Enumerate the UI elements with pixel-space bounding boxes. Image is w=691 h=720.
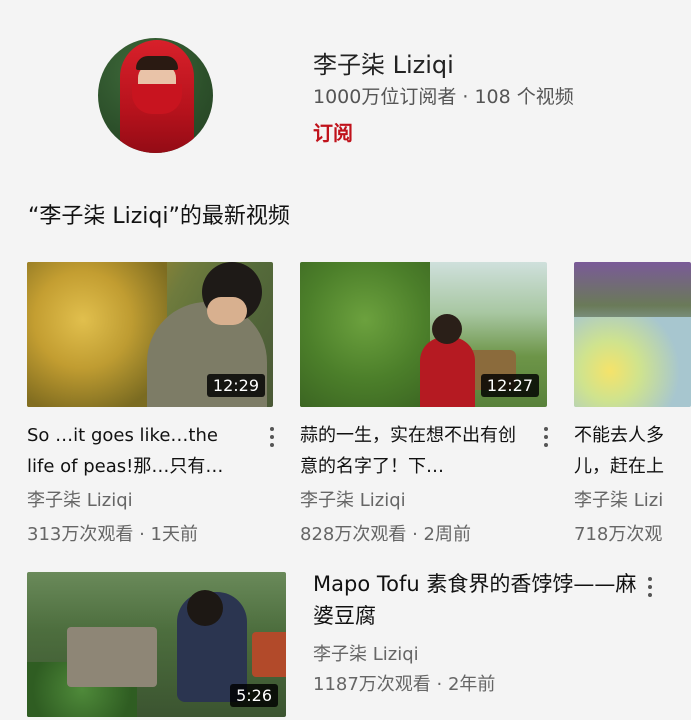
video-stats: 313万次观看 · 1天前 [27,524,198,545]
video-title[interactable]: Mapo Tofu 素食界的香饽饽——麻婆豆腐 [313,568,643,632]
video-title[interactable]: So …it goes like…the life of peas!那…只有… [27,420,247,482]
video-channel-name[interactable]: 李子柒 Liziqi [313,640,613,666]
video-duration: 12:29 [206,374,265,397]
more-options-icon[interactable] [539,425,553,451]
video-duration: 12:27 [480,374,539,397]
video-title[interactable]: 蒜的一生，实在想不出有创意的名字了！下… [300,420,522,482]
more-options-icon[interactable] [265,425,279,451]
video-thumbnail[interactable]: 12:29 [27,262,273,407]
video-title[interactable]: 不能去人多儿，赶在上 [574,420,674,482]
video-stats: 828万次观看 · 2周前 [300,524,471,545]
video-duration: 5:26 [230,684,278,707]
video-thumbnail[interactable]: 5:26 [27,572,286,717]
video-thumbnail[interactable]: 12:27 [300,262,547,407]
section-title: “李子柒 Liziqi”的最新视频 [28,204,290,229]
video-channel-name[interactable]: 李子柒 Liziqi [27,486,267,512]
channel-name: 李子柒 Liziqi [313,51,454,79]
channel-page: 李子柒 Liziqi 1000万位订阅者 · 108 个视频 订阅 “李子柒 L… [0,0,691,720]
channel-avatar[interactable] [98,38,213,153]
more-options-icon[interactable] [643,575,657,601]
video-channel-name[interactable]: 李子柒 Liziqi [300,486,540,512]
channel-subscriber-count: 1000万位订阅者 · 108 个视频 [313,86,574,108]
video-stats: 718万次观 [574,524,663,545]
video-channel-name[interactable]: 李子柒 Lizi [574,486,691,512]
subscribe-button[interactable]: 订阅 [313,117,353,146]
video-stats: 1187万次观看 · 2年前 [313,674,496,695]
video-thumbnail[interactable] [574,262,691,407]
